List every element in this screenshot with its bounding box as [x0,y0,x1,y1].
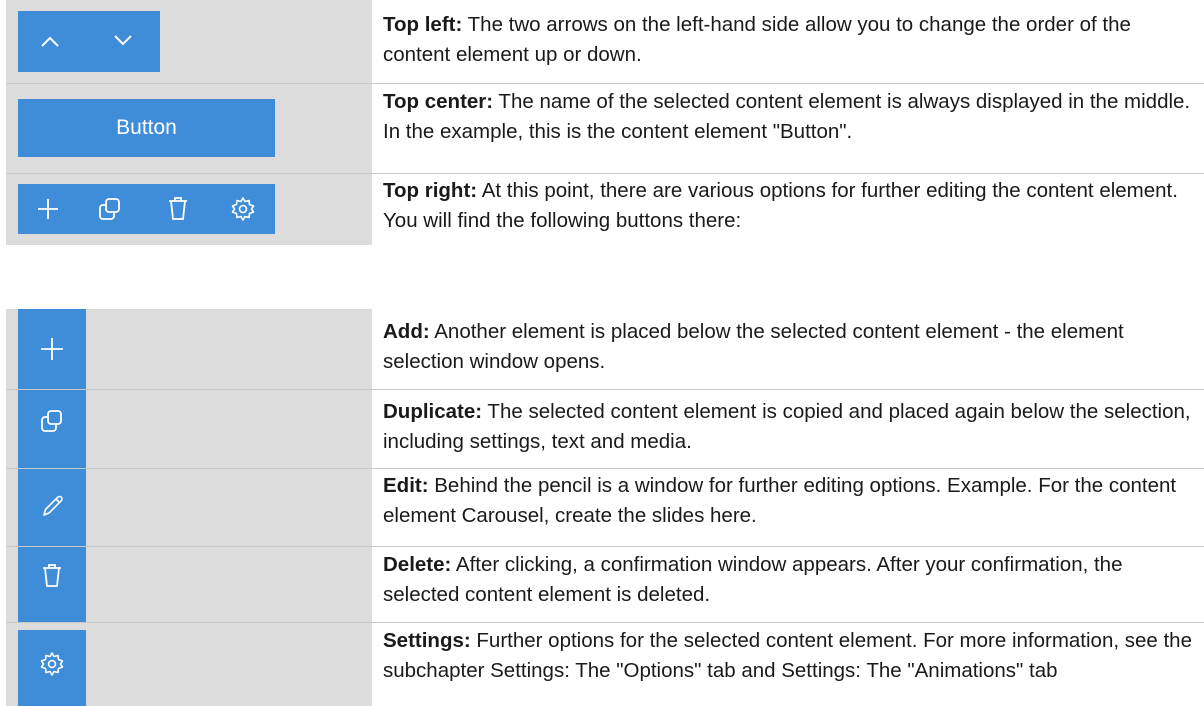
description: Top center: The name of the selected con… [383,87,1198,146]
description: Settings: Further options for the select… [383,626,1198,685]
row-top-right: Top right: At this point, there are vari… [6,174,1204,245]
definition: Another element is placed below the sele… [383,320,1124,373]
duplicate-icon[interactable] [97,196,123,222]
pencil-icon [40,493,66,519]
icon-tile[interactable] [18,547,86,622]
term: Top right: [383,179,478,202]
icon-tile[interactable] [18,469,86,546]
definition: After clicking, a confirmation window ap… [383,553,1123,606]
cell-image [6,390,372,468]
row-edit: Edit: Behind the pencil is a window for … [6,469,1204,547]
definition: Further options for the selected content… [383,629,1192,682]
trash-icon[interactable] [166,196,190,222]
chevron-up-icon[interactable] [39,31,61,53]
icon-tile[interactable] [18,630,86,706]
term: Top left: [383,13,463,36]
cell-image [6,309,372,389]
definition: Behind the pencil is a window for furthe… [383,474,1177,527]
description: Delete: After clicking, a confirmation w… [383,550,1198,609]
description: Add: Another element is placed below the… [383,317,1198,376]
description: Edit: Behind the pencil is a window for … [383,471,1198,530]
description: Duplicate: The selected content element … [383,397,1198,456]
row-duplicate: Duplicate: The selected content element … [6,390,1204,469]
icon-tile[interactable] [18,390,86,468]
description: Top left: The two arrows on the left-han… [383,10,1198,69]
button-preview[interactable]: Button [18,99,275,157]
row-settings: Settings: Further options for the select… [6,623,1204,706]
cell-image: Button [6,84,372,173]
term: Duplicate: [383,400,483,423]
definition: The two arrows on the left-hand side all… [383,13,1131,66]
plus-icon [39,336,65,362]
term: Edit: [383,474,429,497]
gear-icon [39,651,65,677]
row-add: Add: Another element is placed below the… [6,309,1204,390]
cell-image [6,174,372,245]
definition: At this point, there are various options… [383,179,1178,232]
icon-tile[interactable] [18,309,86,389]
term: Top center: [383,90,494,113]
cell-image [6,469,372,546]
description: Top right: At this point, there are vari… [383,176,1198,235]
plus-icon[interactable] [36,197,60,221]
duplicate-icon [39,408,65,434]
arrow-toolbar [18,11,160,72]
term: Delete: [383,553,452,576]
cell-image [6,547,372,622]
trash-icon [40,563,64,589]
row-top-left: Top left: The two arrows on the left-han… [6,0,1204,84]
options-toolbar [18,184,275,234]
row-delete: Delete: After clicking, a confirmation w… [6,547,1204,623]
row-top-center: Button Top center: The name of the selec… [6,84,1204,174]
definition: The name of the selected content element… [383,90,1191,143]
cell-image [6,0,372,83]
button-label: Button [116,116,177,139]
cell-image [6,623,372,706]
term: Add: [383,320,430,343]
chevron-down-icon[interactable] [112,29,134,51]
term: Settings: [383,629,471,652]
definition: The selected content element is copied a… [383,400,1191,453]
gear-icon[interactable] [230,196,256,222]
